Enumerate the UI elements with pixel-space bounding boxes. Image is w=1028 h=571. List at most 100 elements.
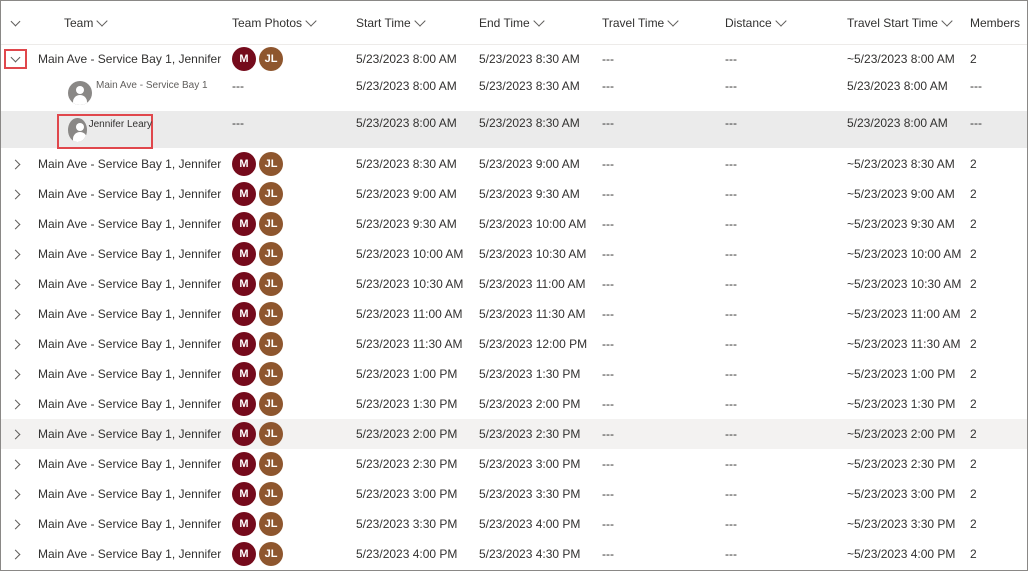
start-time-cell: 5/23/2023 10:00 AM xyxy=(356,247,464,261)
chevron-right-icon xyxy=(10,489,20,499)
avatar: M xyxy=(232,332,256,356)
travel-start-time-cell: ~5/23/2023 10:00 AM xyxy=(847,247,962,261)
start-time-cell: 5/23/2023 8:00 AM xyxy=(356,116,457,130)
distance-cell: --- xyxy=(725,277,737,291)
team-cell: Main Ave - Service Bay 1, Jennifer Le... xyxy=(38,487,223,501)
child-row-selected[interactable]: Jennifer Leary --- 5/23/2023 8:00 AM 5/2… xyxy=(1,111,1027,149)
expand-row-button[interactable] xyxy=(5,359,25,389)
person-icon xyxy=(68,117,87,142)
chevron-right-icon xyxy=(10,459,20,469)
table-row[interactable]: Main Ave - Service Bay 1, Jennifer Le...… xyxy=(1,479,1027,509)
table-row[interactable]: Main Ave - Service Bay 1, Jennifer Le...… xyxy=(1,149,1027,179)
table-row[interactable]: Main Ave - Service Bay 1, Jennifer Le...… xyxy=(1,539,1027,569)
team-photos-cell: M JL xyxy=(232,44,350,74)
expand-row-button[interactable] xyxy=(5,389,25,419)
table-row[interactable]: Main Ave - Service Bay 1, Jennifer Le...… xyxy=(1,269,1027,299)
expand-row-button[interactable] xyxy=(5,329,25,359)
child-row[interactable]: Main Ave - Service Bay 1 --- 5/23/2023 8… xyxy=(1,74,1027,111)
members-cell: 2 xyxy=(970,277,977,291)
start-time-cell: 5/23/2023 9:00 AM xyxy=(356,187,457,201)
travel-start-time-cell: ~5/23/2023 3:00 PM xyxy=(847,487,956,501)
column-header-members[interactable]: Members xyxy=(970,1,1027,44)
chevron-right-icon xyxy=(10,249,20,259)
end-time-cell: 5/23/2023 11:00 AM xyxy=(479,277,586,291)
column-header-distance[interactable]: Distance xyxy=(725,1,843,44)
table-row[interactable]: Main Ave - Service Bay 1, Jennifer Le...… xyxy=(1,179,1027,209)
distance-cell: --- xyxy=(725,367,737,381)
avatar: JL xyxy=(259,47,283,71)
members-cell: 2 xyxy=(970,547,977,561)
table-row[interactable]: Main Ave - Service Bay 1, Jennifer Le...… xyxy=(1,449,1027,479)
chevron-right-icon xyxy=(10,309,20,319)
table-row[interactable]: Main Ave - Service Bay 1, Jennifer Le...… xyxy=(1,299,1027,329)
distance-cell: --- xyxy=(725,487,737,501)
end-time-cell: 5/23/2023 8:30 AM xyxy=(479,79,580,93)
travel-time-cell: --- xyxy=(602,337,614,351)
avatar: M xyxy=(232,422,256,446)
expand-row-button[interactable] xyxy=(5,419,25,449)
table-row[interactable]: Main Ave - Service Bay 1, Jennifer Le...… xyxy=(1,239,1027,269)
chevron-right-icon xyxy=(10,549,20,559)
distance-cell: --- xyxy=(725,307,737,321)
start-time-cell: 5/23/2023 11:30 AM xyxy=(356,337,463,351)
column-header-end-time[interactable]: End Time xyxy=(479,1,597,44)
chevron-down-icon xyxy=(941,14,953,27)
travel-time-cell: --- xyxy=(602,307,614,321)
table-row-expanded[interactable]: Main Ave - Service Bay 1, Jennifer Le...… xyxy=(1,44,1027,74)
avatar: M xyxy=(232,362,256,386)
end-time-cell: 5/23/2023 3:00 PM xyxy=(479,457,581,471)
column-header-team-photos[interactable]: Team Photos xyxy=(232,1,350,44)
avatar: JL xyxy=(259,332,283,356)
column-header-travel-start-time[interactable]: Travel Start Time xyxy=(847,1,965,44)
team-photos-cell: M JL xyxy=(232,299,350,329)
distance-cell: --- xyxy=(725,247,737,261)
table-row[interactable]: Main Ave - Service Bay 1, Jennifer Le...… xyxy=(1,359,1027,389)
column-header-travel-time[interactable]: Travel Time xyxy=(602,1,720,44)
team-photos-cell: --- xyxy=(232,116,244,130)
team-cell: Main Ave - Service Bay 1, Jennifer Le... xyxy=(38,517,223,531)
expand-row-button[interactable] xyxy=(5,149,25,179)
avatar: M xyxy=(232,512,256,536)
expand-row-button[interactable] xyxy=(5,179,25,209)
end-time-cell: 5/23/2023 2:30 PM xyxy=(479,427,581,441)
members-cell: 2 xyxy=(970,52,977,66)
column-header-team[interactable]: Team xyxy=(64,1,249,44)
column-header-start-time[interactable]: Start Time xyxy=(356,1,474,44)
expand-all-toggle[interactable] xyxy=(5,1,25,44)
team-photos-cell: M JL xyxy=(232,389,350,419)
avatar: M xyxy=(232,302,256,326)
expand-row-button[interactable] xyxy=(5,539,25,569)
avatar: M xyxy=(232,182,256,206)
table-row[interactable]: Main Ave - Service Bay 1, Jennifer Le...… xyxy=(1,329,1027,359)
table-row[interactable]: Main Ave - Service Bay 1, Jennifer Le...… xyxy=(1,389,1027,419)
table-row[interactable]: Main Ave - Service Bay 1, Jennifer Le...… xyxy=(1,209,1027,239)
expand-row-button[interactable] xyxy=(5,299,25,329)
expand-row-button[interactable] xyxy=(5,509,25,539)
start-time-cell: 5/23/2023 2:00 PM xyxy=(356,427,458,441)
travel-start-time-cell: ~5/23/2023 11:00 AM xyxy=(847,307,961,321)
member-cell: Jennifer Leary xyxy=(68,111,152,148)
distance-cell: --- xyxy=(725,217,737,231)
distance-cell: --- xyxy=(725,337,737,351)
travel-time-cell: --- xyxy=(602,277,614,291)
team-photos-cell: M JL xyxy=(232,509,350,539)
expand-row-button[interactable] xyxy=(5,209,25,239)
distance-cell: --- xyxy=(725,517,737,531)
avatar: JL xyxy=(259,482,283,506)
table-row[interactable]: Main Ave - Service Bay 1, Jennifer Le...… xyxy=(1,509,1027,539)
distance-cell: --- xyxy=(725,79,737,93)
expand-row-button[interactable] xyxy=(5,449,25,479)
expand-row-button[interactable] xyxy=(5,479,25,509)
team-photos-cell: M JL xyxy=(232,329,350,359)
members-cell: 2 xyxy=(970,157,977,171)
end-time-cell: 5/23/2023 2:00 PM xyxy=(479,397,581,411)
distance-cell: --- xyxy=(725,116,737,130)
expand-row-button[interactable] xyxy=(5,269,25,299)
avatar: M xyxy=(232,47,256,71)
start-time-cell: 5/23/2023 2:30 PM xyxy=(356,457,458,471)
expand-row-button[interactable] xyxy=(5,239,25,269)
start-time-cell: 5/23/2023 11:00 AM xyxy=(356,307,463,321)
distance-cell: --- xyxy=(725,457,737,471)
distance-cell: --- xyxy=(725,397,737,411)
table-row[interactable]: Main Ave - Service Bay 1, Jennifer Le...… xyxy=(1,419,1027,449)
